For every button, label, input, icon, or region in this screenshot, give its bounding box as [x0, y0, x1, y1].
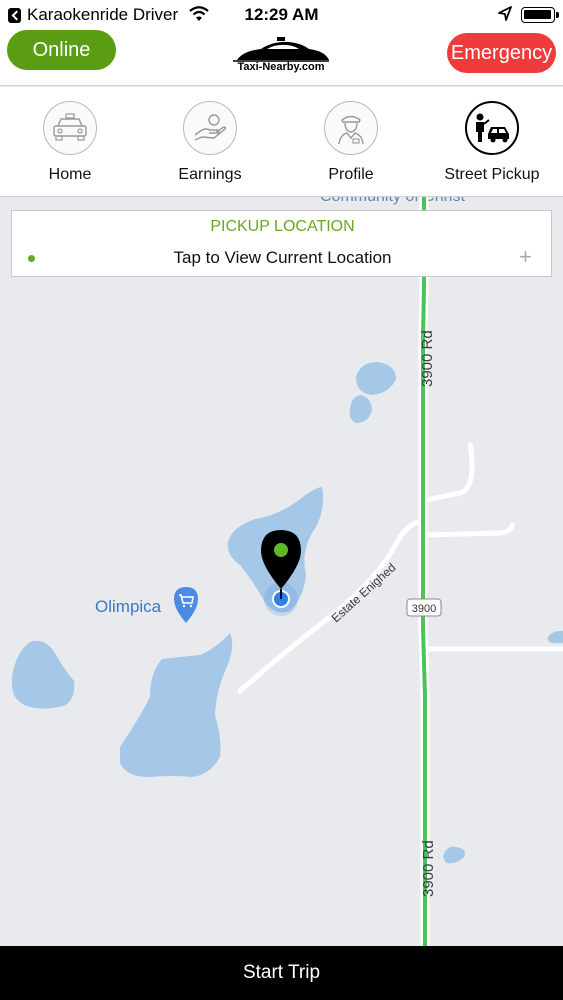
nav-item-profile[interactable]: Profile — [281, 87, 421, 197]
nav-home-circle[interactable] — [43, 101, 97, 155]
water-lake-left — [12, 640, 75, 709]
status-time: 12:29 AM — [244, 5, 319, 24]
hand-money-icon — [194, 114, 227, 141]
nav-label-street-pickup: Street Pickup — [444, 166, 540, 183]
location-arrow-icon — [498, 6, 512, 21]
nav-item-earnings[interactable]: Earnings — [140, 87, 280, 197]
driver-icon — [338, 115, 364, 145]
status-bar: Karaokenride Driver 12:29 AM — [0, 0, 563, 30]
map-canvas[interactable]: Community of Christ 3900 Rd 3900 Rd Esta… — [0, 197, 563, 946]
shopping-cart-pin-icon[interactable] — [174, 587, 198, 623]
road-branch-mid — [423, 522, 515, 538]
main-nav: Home Earnings Profile Street Pickup — [0, 87, 563, 197]
battery-icon — [521, 7, 559, 23]
road-branch-upper — [423, 442, 475, 503]
water-edge-right — [547, 631, 563, 643]
add-location-icon[interactable]: + — [519, 244, 532, 270]
nav-item-street-pickup[interactable]: Street Pickup — [422, 87, 562, 197]
nav-label-earnings: Earnings — [178, 166, 242, 183]
taxi-logo-icon — [233, 37, 329, 62]
pickup-location-text[interactable]: Tap to View Current Location — [12, 248, 553, 268]
map-label-top-partial: Community of Christ — [320, 197, 465, 205]
nav-label-home: Home — [48, 166, 92, 183]
pickup-location-card[interactable]: PICKUP LOCATION Tap to View Current Loca… — [11, 210, 552, 277]
water-pond-small — [349, 395, 372, 423]
water-pond-bottom-right — [443, 846, 465, 864]
water-pond-top — [356, 362, 396, 395]
map-label-olimpica: Olimpica — [95, 597, 162, 616]
nav-street-pickup-circle[interactable] — [465, 101, 519, 155]
emergency-button[interactable]: Emergency — [447, 33, 556, 73]
road-3900-rd-green — [421, 197, 427, 946]
app-header: Online Taxi-Nearby.com Emergency — [0, 30, 563, 86]
nav-label-profile: Profile — [328, 166, 374, 183]
online-toggle-button[interactable]: Online — [7, 30, 116, 70]
logo-text: Taxi-Nearby.com — [237, 61, 325, 73]
map-label-road-bottom: 3900 Rd — [420, 840, 437, 897]
taxi-car-icon — [53, 113, 87, 141]
nav-earnings-circle[interactable] — [183, 101, 237, 155]
water-lake-bottom — [120, 633, 233, 777]
street-pickup-icon — [476, 113, 509, 143]
nav-item-home[interactable]: Home — [0, 87, 140, 197]
taxi-nearby-logo: Taxi-Nearby.com — [229, 35, 333, 75]
nav-profile-circle[interactable] — [324, 101, 378, 155]
map-view[interactable]: Community of Christ 3900 Rd 3900 Rd Esta… — [0, 197, 563, 946]
map-label-road-shield: 3900 — [412, 603, 436, 615]
pickup-title: PICKUP LOCATION — [210, 218, 355, 235]
start-trip-button[interactable]: Start Trip — [0, 946, 563, 1000]
map-label-estate-enighed: Estate Enighed — [329, 560, 399, 625]
map-label-road-top: 3900 Rd — [419, 330, 436, 387]
